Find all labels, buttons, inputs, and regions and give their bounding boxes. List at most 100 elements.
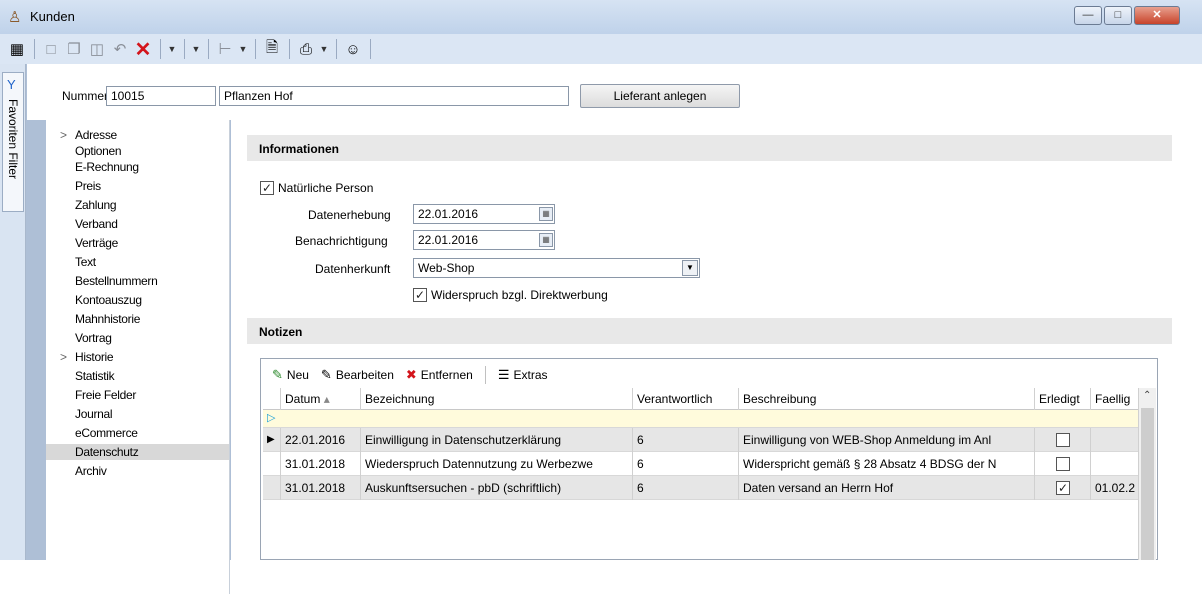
save-icon[interactable]: ◫ (86, 38, 108, 60)
nav-item-mahnhistorie[interactable]: Mahnhistorie (46, 311, 229, 327)
nav-item-optionen[interactable]: Optionen (46, 143, 229, 159)
scrollbar-thumb[interactable] (1141, 408, 1154, 560)
toolbar-separator (160, 39, 161, 59)
benachrichtigung-label: Benachrichtigung (295, 234, 388, 248)
table-row[interactable]: ▶ 22.01.2016 Einwilligung in Datenschutz… (263, 428, 1138, 452)
nav-item-text[interactable]: Text (46, 254, 229, 270)
column-header-erledigt[interactable]: Erledigt (1035, 388, 1091, 410)
delete-icon: ✖ (405, 367, 417, 382)
column-header-beschreibung[interactable]: Beschreibung (739, 388, 1035, 410)
copy-icon[interactable]: ❐ (63, 38, 85, 60)
bearbeiten-button[interactable]: ✎ Bearbeiten (317, 367, 398, 383)
nav-item-archiv[interactable]: Archiv (46, 463, 229, 479)
datenerhebung-field[interactable]: 22.01.2016 (413, 204, 555, 224)
nav-item-statistik[interactable]: Statistik (46, 368, 229, 384)
cell-beschreibung: Einwilligung von WEB-Shop Anmeldung im A… (739, 428, 1035, 452)
nav-item-bestellnummern[interactable]: Bestellnummern (46, 273, 229, 289)
cell-faellig (1091, 428, 1138, 452)
minimize-button[interactable]: — (1074, 6, 1102, 25)
table-header: Datum ▴ Bezeichnung Verantwortlich Besch… (263, 388, 1138, 410)
row-indicator-header (263, 388, 281, 410)
widerspruch-label: Widerspruch bzgl. Direktwerbung (431, 288, 608, 302)
notes-toolbar: ✎ Neu ✎ Bearbeiten ✖ Entfernen ☰ Extras (268, 365, 552, 385)
benachrichtigung-field[interactable]: 22.01.2016 (413, 230, 555, 250)
row-indicator (263, 476, 281, 500)
extras-button[interactable]: ☰ Extras (494, 367, 552, 383)
close-button[interactable]: ✕ (1134, 6, 1180, 25)
cell-erledigt: ✓ (1035, 476, 1091, 500)
table-row[interactable]: 31.01.2018 Auskunftsersuchen - pbD (schr… (263, 476, 1138, 500)
chevron-right-icon: > (60, 350, 67, 364)
datenherkunft-select[interactable]: Web-Shop (413, 258, 700, 278)
cell-faellig: 01.02.2 (1095, 481, 1136, 495)
column-header-datum[interactable]: Datum ▴ (281, 388, 361, 410)
nav-item-journal[interactable]: Journal (46, 406, 229, 422)
cell-datum: 31.01.2018 (281, 452, 361, 476)
delete-icon[interactable]: ✕ (132, 38, 154, 61)
nav-item-freie-felder[interactable]: Freie Felder (46, 387, 229, 403)
nav-item-kontoauszug[interactable]: Kontoauszug (46, 292, 229, 308)
nav-item-verband[interactable]: Verband (46, 216, 229, 232)
scroll-up-icon[interactable]: ⌃ (1143, 390, 1151, 401)
new-document-icon[interactable]: □ (40, 38, 62, 60)
toolbar-separator (336, 39, 337, 59)
export-icon[interactable]: 🗎 (261, 38, 283, 60)
nav-item-vortrag[interactable]: Vortrag (46, 330, 229, 346)
chevron-down-icon[interactable]: ▼ (190, 38, 202, 60)
favorites-filter-tab[interactable]: Y Favoriten Filter (2, 72, 24, 212)
calendar-icon[interactable]: ▦ (539, 207, 553, 221)
lieferant-anlegen-button[interactable]: Lieferant anlegen (580, 84, 740, 108)
toolbar-separator (34, 39, 35, 59)
nav-item-ecommerce[interactable]: eCommerce (46, 425, 229, 441)
nav-item-datenschutz[interactable]: Datenschutz (46, 444, 229, 460)
nav-item-historie[interactable]: > Historie (46, 349, 229, 365)
column-header-bezeichnung[interactable]: Bezeichnung (361, 388, 633, 410)
section-nav: > Adresse Optionen E-Rechnung Preis Zahlu… (46, 120, 230, 560)
print-icon[interactable]: ⎙ (295, 38, 317, 60)
nav-item-preis[interactable]: Preis (46, 178, 229, 194)
nav-item-adresse[interactable]: > Adresse (46, 127, 229, 143)
cell-bezeichnung: Auskunftsersuchen - pbD (schriftlich) (361, 476, 633, 500)
undo-icon[interactable]: ↶ (109, 38, 131, 60)
tree-icon[interactable]: ⊢ (214, 38, 236, 60)
chevron-down-icon[interactable]: ▼ (682, 260, 698, 276)
erledigt-checkbox[interactable] (1056, 433, 1070, 447)
widerspruch-checkbox[interactable]: ✓ (413, 288, 427, 302)
chevron-down-icon[interactable]: ▼ (318, 38, 330, 60)
column-header-faellig[interactable]: Faellig (1091, 388, 1138, 410)
neu-button[interactable]: ✎ Neu (268, 367, 313, 383)
customer-icon: ♙ (8, 9, 22, 26)
new-row[interactable]: ▷ (263, 410, 1138, 428)
maximize-button[interactable]: □ (1104, 6, 1132, 25)
nav-item-vertraege[interactable]: Verträge (46, 235, 229, 251)
chevron-right-icon: > (60, 128, 67, 142)
natuerliche-person-checkbox[interactable]: ✓ (260, 181, 274, 195)
users-icon[interactable]: ☺ (342, 38, 364, 60)
new-row-indicator-icon: ▷ (267, 412, 276, 424)
datenerhebung-label: Datenerhebung (308, 208, 391, 222)
chevron-down-icon[interactable]: ▼ (237, 38, 249, 60)
table-row[interactable]: 31.01.2018 Wiederspruch Datennutzung zu … (263, 452, 1138, 476)
cell-verantwortlich: 6 (633, 476, 739, 500)
chevron-down-icon[interactable]: ▼ (166, 38, 178, 60)
cell-datum: 31.01.2018 (281, 476, 361, 500)
edit-icon: ✎ (320, 367, 332, 382)
entfernen-button[interactable]: ✖ Entfernen (402, 367, 477, 383)
table-view-icon[interactable]: ▦ (6, 38, 28, 60)
nummer-field[interactable]: 10015 (106, 86, 216, 106)
erledigt-checkbox[interactable] (1056, 457, 1070, 471)
window-title: Kunden (30, 9, 75, 24)
erledigt-checkbox[interactable]: ✓ (1056, 481, 1070, 495)
toolbar-separator (484, 366, 486, 384)
toolbar-separator (289, 39, 290, 59)
name-field[interactable]: Pflanzen Hof (219, 86, 569, 106)
calendar-icon[interactable]: ▦ (539, 233, 553, 247)
add-note-icon: ✎ (272, 367, 283, 382)
nav-item-zahlung[interactable]: Zahlung (46, 197, 229, 213)
column-header-verantwortlich[interactable]: Verantwortlich (633, 388, 739, 410)
nav-item-e-rechnung[interactable]: E-Rechnung (46, 159, 229, 175)
cell-bezeichnung: Wiederspruch Datennutzung zu Werbezwe (361, 452, 633, 476)
table-scrollbar[interactable]: ⌃ (1138, 388, 1156, 560)
cell-beschreibung: Widerspricht gemäß § 28 Absatz 4 BDSG de… (739, 452, 1035, 476)
toolbar-separator (208, 39, 209, 59)
